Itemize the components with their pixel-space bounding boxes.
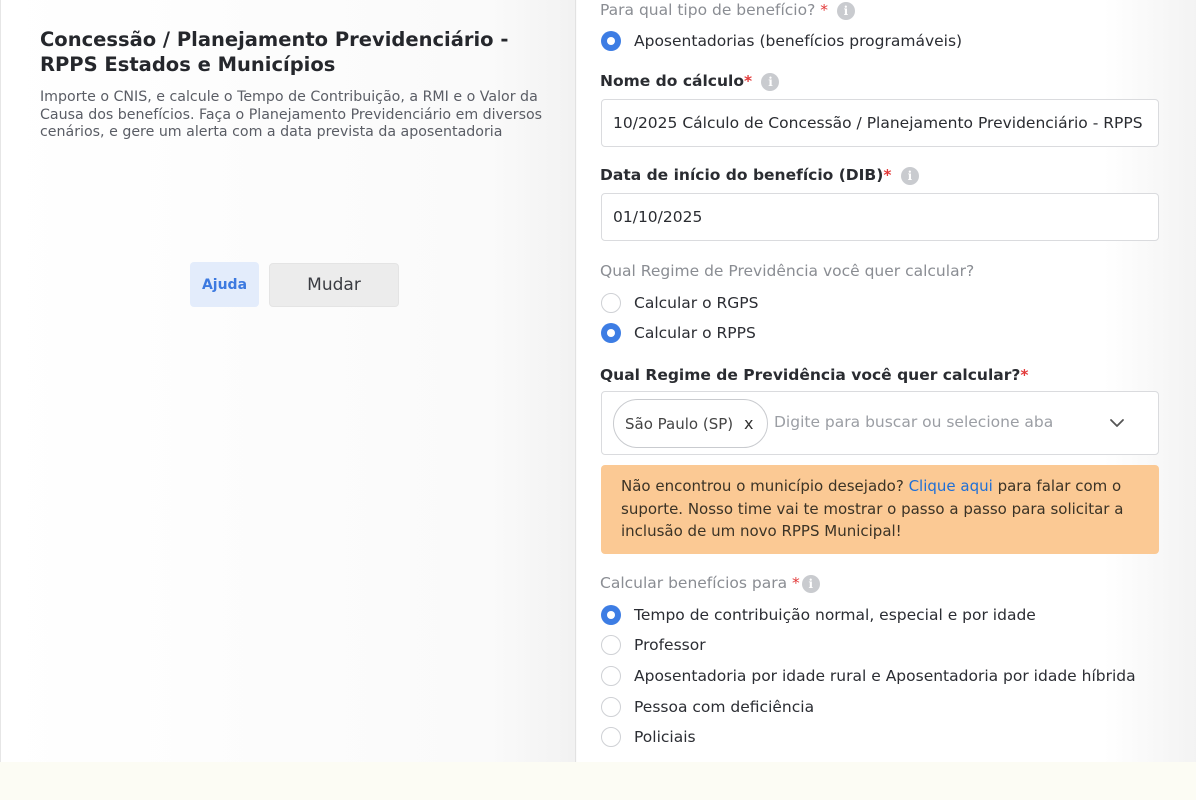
chevron-down-icon[interactable] <box>1106 412 1128 434</box>
search-placeholder[interactable]: Digite para buscar ou selecione aba <box>774 413 1053 431</box>
selected-chip: São Paulo (SP) x <box>613 399 768 448</box>
radio-professor[interactable]: Professor <box>601 633 706 657</box>
left-panel: Concessão / Planejamento Previdenciário … <box>1 0 576 762</box>
radio-label: Pessoa com deficiência <box>634 698 815 716</box>
radio-button-icon[interactable] <box>601 666 621 686</box>
regime-select-label-text: Qual Regime de Previdência você quer cal… <box>600 366 1021 384</box>
required-marker: * <box>792 574 800 592</box>
radio-button-icon[interactable] <box>601 697 621 717</box>
radio-label: Tempo de contribuição normal, especial e… <box>634 606 1036 624</box>
radio-label: Aposentadoria por idade rural e Aposenta… <box>634 667 1136 685</box>
regime-question-label: Qual Regime de Previdência você quer cal… <box>600 262 975 280</box>
info-icon[interactable]: i <box>761 72 780 91</box>
radio-tempo-contribuicao[interactable]: Tempo de contribuição normal, especial e… <box>601 603 1036 627</box>
calc-name-label: Nome do cálculo* i <box>600 72 780 91</box>
required-marker: * <box>820 1 828 19</box>
page-bottom-strip <box>0 762 1196 800</box>
radio-aposentadorias[interactable]: Aposentadorias (benefícios programáveis) <box>601 29 962 53</box>
municipio-alert: Não encontrou o município desejado? Cliq… <box>601 465 1159 554</box>
radio-label: Calcular o RGPS <box>634 294 759 312</box>
radio-button-icon[interactable] <box>601 293 621 313</box>
calc-name-label-text: Nome do cálculo <box>600 72 744 90</box>
radio-label: Professor <box>634 636 706 654</box>
benefit-type-label: Para qual tipo de benefício? * i <box>600 1 855 20</box>
info-icon[interactable]: i <box>900 166 919 185</box>
regime-multiselect[interactable]: São Paulo (SP) x Digite para buscar ou s… <box>601 391 1159 455</box>
regime-select-label: Qual Regime de Previdência você quer cal… <box>600 366 1028 384</box>
calc-name-value: 10/2025 Cálculo de Concessão / Planejame… <box>613 114 1143 132</box>
radio-policiais[interactable]: Policiais <box>601 725 696 749</box>
radio-button-icon[interactable] <box>601 635 621 655</box>
page-description: Importe o CNIS, e calcule o Tempo de Con… <box>40 89 543 140</box>
alert-lead-text: Não encontrou o município desejado? <box>621 477 904 495</box>
benefits-for-label-text: Calcular benefícios para <box>600 574 788 592</box>
required-marker: * <box>1020 366 1029 384</box>
radio-button-selected-icon[interactable] <box>601 31 621 51</box>
help-button[interactable]: Ajuda <box>190 262 259 307</box>
remove-chip-icon[interactable]: x <box>744 414 753 433</box>
required-marker: * <box>883 166 892 184</box>
dib-input[interactable]: 01/10/2025 <box>601 193 1159 241</box>
change-button[interactable]: Mudar <box>269 263 399 307</box>
chip-label: São Paulo (SP) <box>625 414 734 433</box>
radio-rpps[interactable]: Calcular o RPPS <box>601 321 756 345</box>
radio-button-selected-icon[interactable] <box>601 605 621 625</box>
radio-button-icon[interactable] <box>601 727 621 747</box>
info-icon[interactable]: i <box>801 574 820 593</box>
calc-name-input[interactable]: 10/2025 Cálculo de Concessão / Planejame… <box>601 99 1159 147</box>
info-icon[interactable]: i <box>836 1 855 20</box>
radio-deficiencia[interactable]: Pessoa com deficiência <box>601 695 814 719</box>
radio-rgps[interactable]: Calcular o RGPS <box>601 291 758 315</box>
dib-value: 01/10/2025 <box>613 208 703 226</box>
required-marker: * <box>743 72 753 90</box>
dib-label-text: Data de início do benefício (DIB) <box>600 166 884 184</box>
benefit-type-label-text: Para qual tipo de benefício? <box>600 1 816 19</box>
radio-button-selected-icon[interactable] <box>601 323 621 343</box>
benefits-for-label: Calcular benefícios para * i <box>600 574 820 593</box>
radio-label: Aposentadorias (benefícios programáveis) <box>634 32 963 50</box>
radio-idade-rural[interactable]: Aposentadoria por idade rural e Aposenta… <box>601 664 1136 688</box>
radio-label: Calcular o RPPS <box>634 324 756 342</box>
dib-label: Data de início do benefício (DIB)* i <box>600 166 919 185</box>
page-title: Concessão / Planejamento Previdenciário … <box>40 28 509 76</box>
radio-label: Policiais <box>634 728 696 746</box>
support-link[interactable]: Clique aqui <box>909 477 993 495</box>
